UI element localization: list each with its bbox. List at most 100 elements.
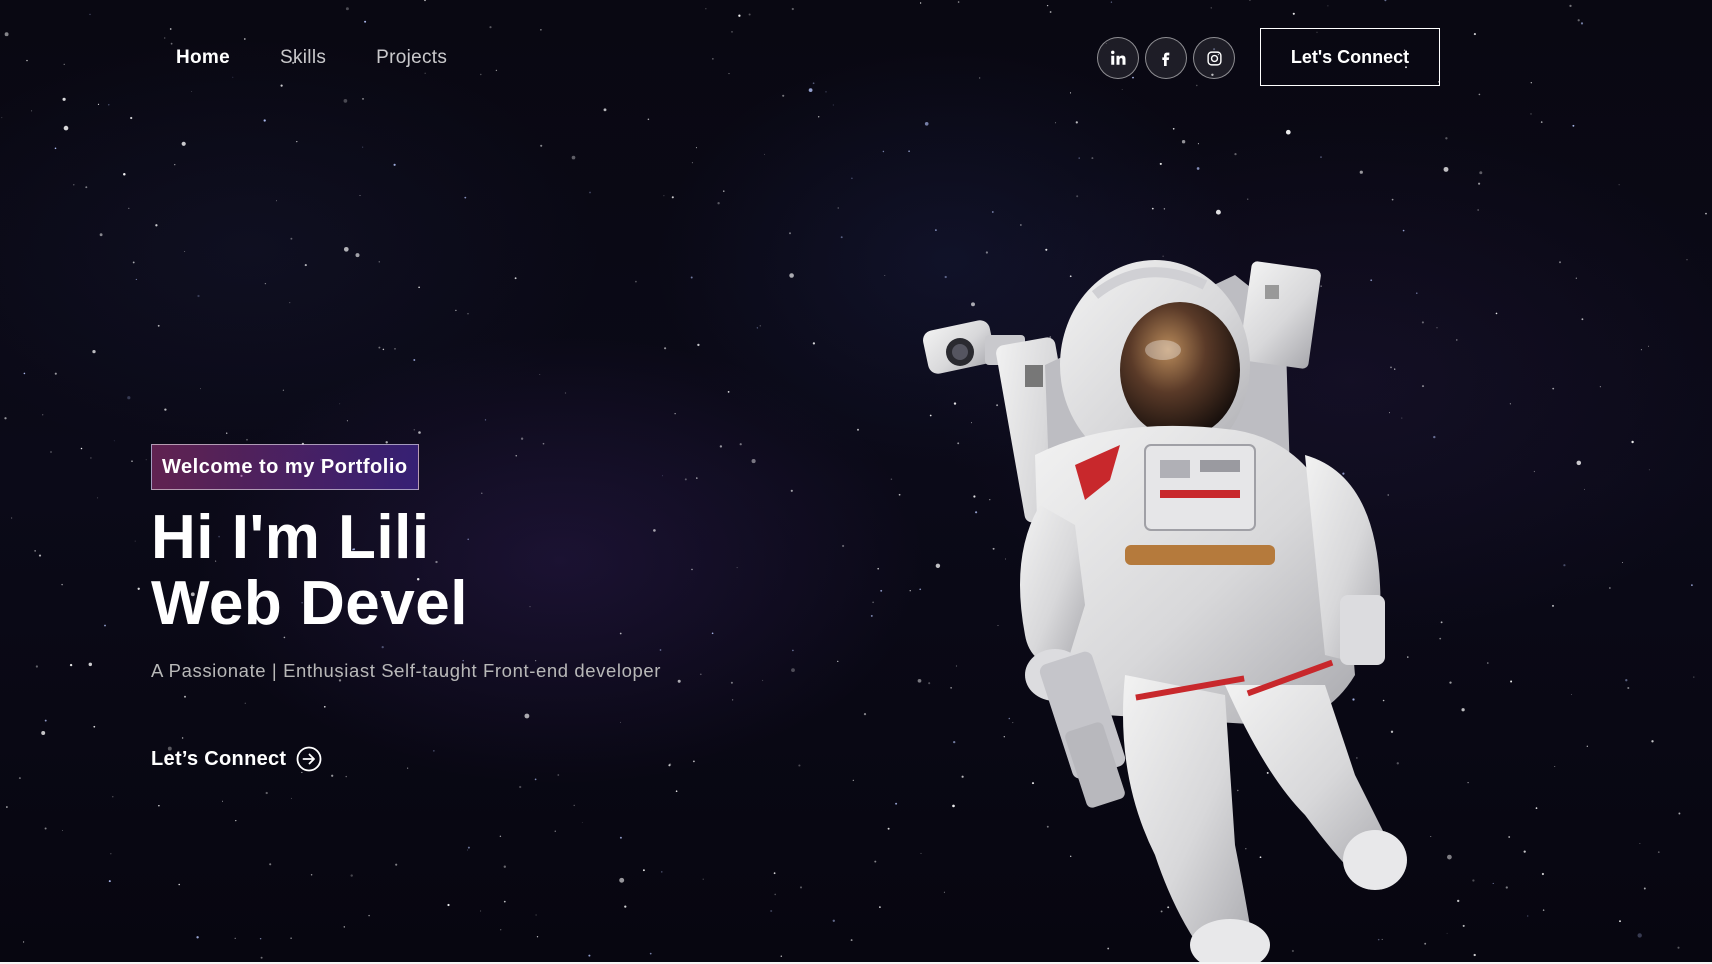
star [770,909,773,913]
star [1402,229,1405,232]
star [653,529,656,532]
star [719,445,723,448]
star [44,827,47,830]
top-navbar: Home Skills Projects Let's Connect [0,0,1712,120]
star [1234,152,1237,156]
star [290,237,293,240]
star [1651,740,1654,743]
star [696,477,698,479]
star [573,804,575,807]
star [1584,488,1585,490]
star [407,767,409,769]
instagram-icon [1206,50,1223,67]
star [290,937,292,939]
star [222,800,223,802]
star [695,147,697,149]
star [1693,676,1695,678]
star [759,325,761,327]
star [1215,209,1221,215]
star [887,827,890,830]
star [791,668,795,672]
star [1540,121,1543,123]
star [697,343,700,347]
star [662,475,663,477]
star [671,196,674,199]
star [418,431,421,434]
nav-links: Home Skills Projects [176,44,497,72]
star [1320,156,1322,158]
star [1487,662,1489,664]
nav-link-skills[interactable]: Skills [280,44,326,72]
star [323,705,326,708]
nav-link-home[interactable]: Home [176,44,230,72]
star [54,372,57,375]
star [184,695,186,698]
star [780,955,783,957]
star [181,737,184,739]
star [1576,460,1582,466]
star [181,141,186,146]
star [265,791,268,795]
star [282,389,285,391]
portfolio-page: Home Skills Projects Let's Connect Welco… [0,0,1712,964]
star [874,860,877,863]
star [63,125,69,131]
star [1196,167,1200,170]
star [669,763,672,766]
star [792,649,794,652]
star [196,936,199,939]
star [1618,184,1620,186]
star [381,645,384,649]
star [484,419,487,421]
star [50,451,52,453]
star [542,442,545,445]
star [499,835,502,837]
star [723,190,725,192]
star [467,846,470,849]
star [393,163,396,166]
star [104,624,106,627]
star [234,937,236,939]
star [6,806,8,808]
star [155,224,158,227]
star [500,929,502,931]
star [135,278,137,280]
star [93,725,96,728]
star [898,493,901,496]
star [727,391,730,393]
star [1678,812,1681,815]
star [880,589,883,592]
star [345,775,347,778]
star [382,348,385,351]
star [1076,195,1079,198]
connect-button[interactable]: Let's Connect [1260,28,1440,86]
star [571,155,576,160]
star [296,140,298,143]
nav-link-projects[interactable]: Projects [376,44,447,72]
facebook-button[interactable] [1145,37,1187,79]
star [362,146,364,148]
instagram-button[interactable] [1193,37,1235,79]
star [642,869,645,872]
star [1552,387,1555,390]
star [852,779,854,781]
star [481,492,483,494]
star [131,460,133,462]
star [88,662,93,667]
star [355,253,360,258]
star [539,374,541,375]
hero-subtitle: A Passionate | Enthusiast Self-taught Fr… [151,660,662,681]
star [480,910,482,912]
hero-connect-label: Let’s Connect [151,747,287,770]
star [127,396,131,400]
hero-connect-link[interactable]: Let’s Connect [151,746,322,772]
star [684,478,687,481]
star [158,805,160,807]
linkedin-button[interactable] [1097,37,1139,79]
star [1508,836,1511,838]
star [1445,137,1448,140]
star [343,246,349,252]
star [164,408,167,411]
star [690,276,693,279]
star [269,863,272,866]
